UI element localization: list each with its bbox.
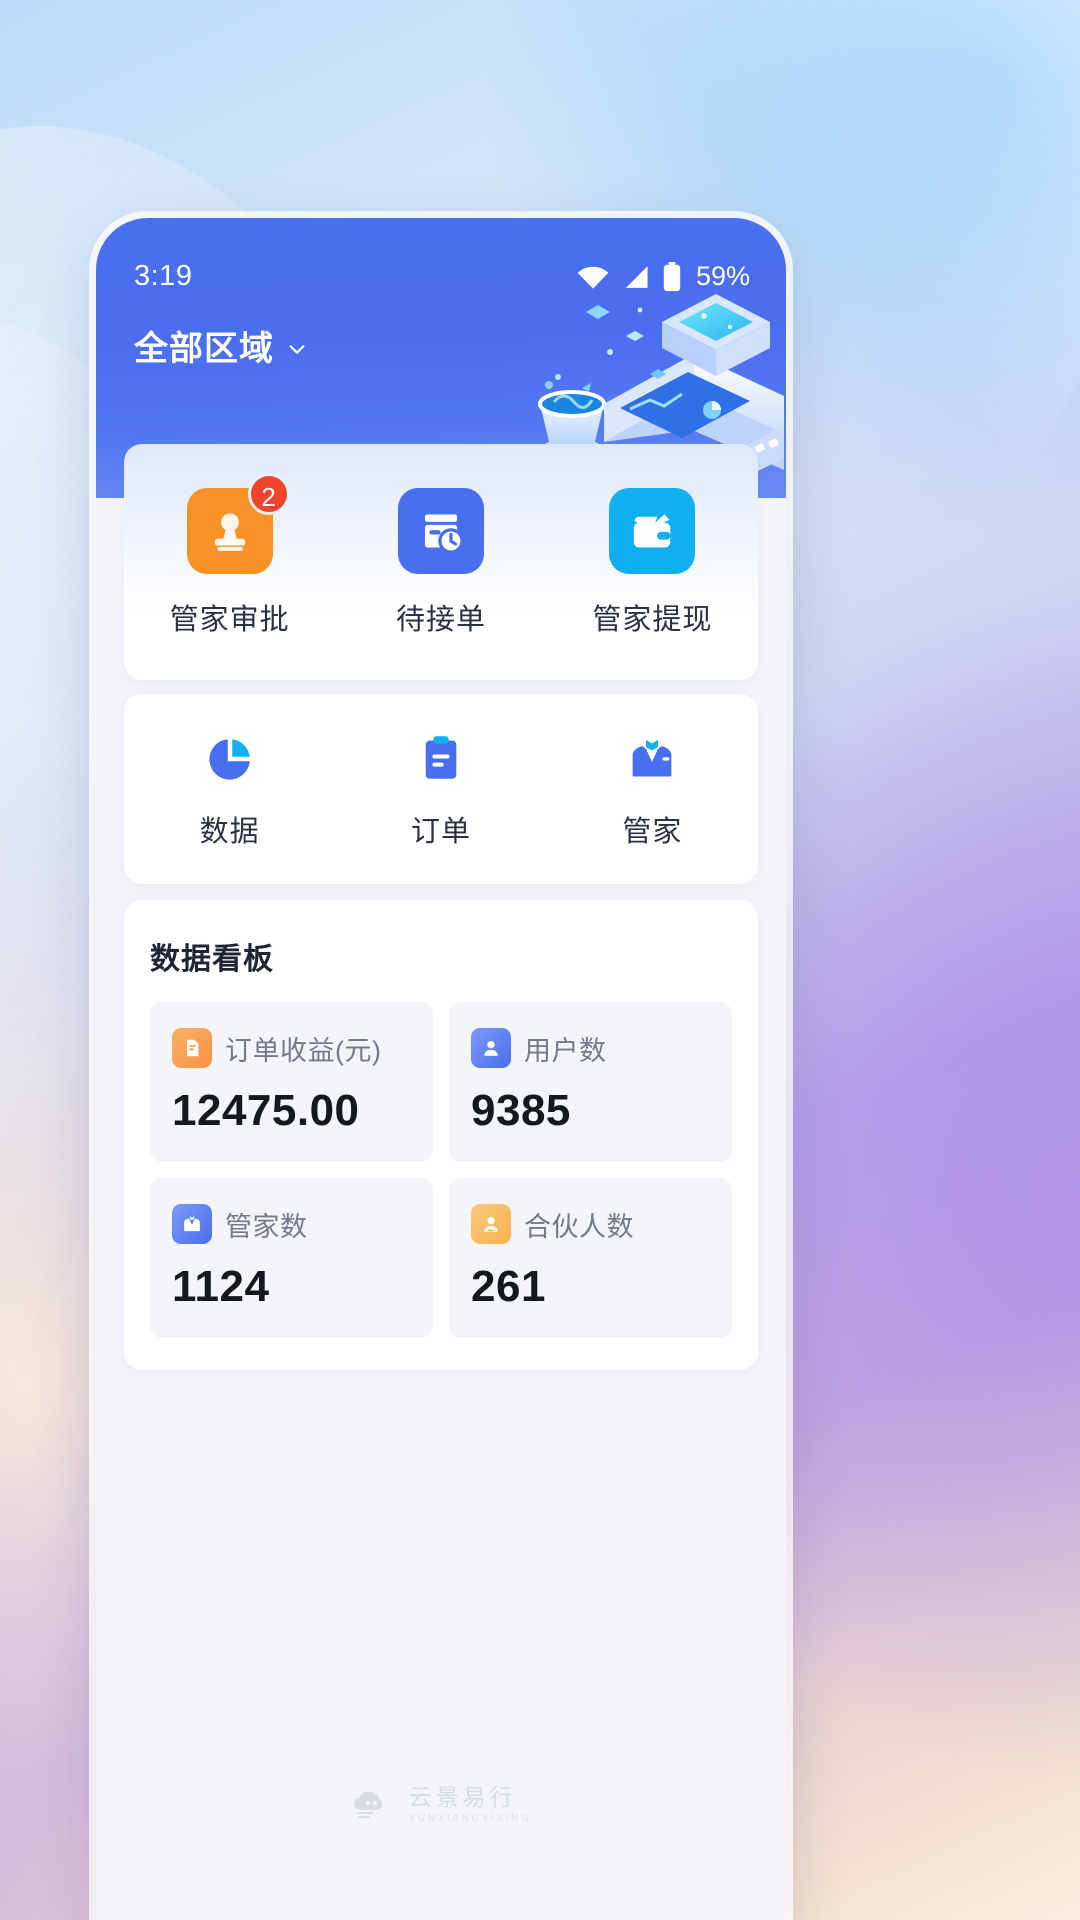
stat-value: 12475.00 (172, 1086, 360, 1135)
quick-action-approval[interactable]: 2 管家审批 (124, 473, 335, 638)
user-icon (471, 1028, 511, 1068)
stat-label: 合伙人数 (524, 1211, 634, 1242)
approval-badge-count: 2 (247, 473, 290, 515)
quick-action-pending-order[interactable]: 待接单 (335, 488, 546, 638)
mini-action-order[interactable]: 订单 (335, 730, 546, 850)
dashboard-card: 数据看板 订单收益(元) 12475.00 用户数 9385 管家数 1124 … (124, 900, 758, 1370)
wallet-withdraw-icon[interactable] (609, 488, 696, 574)
stat-header: 管家数 (172, 1204, 411, 1244)
receipt-icon (172, 1028, 212, 1068)
main-content: 2 管家审批 待接单 管家提现 数据 订单 管家 数据看板 订单收益(元) 12… (96, 444, 786, 1370)
stat-card-partner-count[interactable]: 合伙人数 261 (449, 1178, 732, 1338)
stat-value: 261 (471, 1262, 546, 1311)
stat-card-order-income[interactable]: 订单收益(元) 12475.00 (150, 1002, 433, 1162)
stat-header: 合伙人数 (471, 1204, 710, 1244)
dashboard-stat-grid: 订单收益(元) 12475.00 用户数 9385 管家数 1124 合伙人数 … (150, 1002, 732, 1338)
partner-user-icon (471, 1204, 511, 1244)
watermark-text: 云景易行 YUNXIANGYIXING (409, 1786, 532, 1824)
mini-action-label: 订单 (410, 816, 471, 848)
butler-suit-icon[interactable] (623, 730, 681, 788)
watermark-name-en: YUNXIANGYIXING (408, 1813, 532, 1824)
dashboard-title: 数据看板 (150, 943, 274, 976)
quick-action-label: 管家审批 (169, 604, 290, 636)
stat-header: 订单收益(元) (172, 1028, 411, 1068)
region-label: 全部区域 (134, 330, 274, 368)
status-bar: 3:19 59% (96, 218, 786, 293)
chevron-down-icon[interactable] (286, 338, 308, 360)
watermark-name-cn: 云景易行 (408, 1784, 517, 1810)
stat-label: 订单收益(元) (225, 1035, 382, 1066)
pie-chart-icon[interactable] (201, 730, 259, 788)
stat-label: 用户数 (524, 1035, 607, 1066)
stat-card-butler-count[interactable]: 管家数 1124 (150, 1178, 433, 1338)
stat-value: 9385 (471, 1086, 571, 1135)
quick-actions-card: 2 管家审批 待接单 管家提现 (124, 444, 758, 680)
quick-actions-grid: 2 管家审批 待接单 管家提现 (124, 473, 758, 638)
quick-action-withdraw[interactable]: 管家提现 (547, 488, 758, 638)
mini-action-label: 数据 (199, 816, 260, 848)
stat-header: 用户数 (471, 1028, 710, 1068)
status-bar-time: 3:19 (134, 260, 193, 292)
mini-actions-card: 数据 订单 管家 (124, 694, 758, 884)
quick-action-label: 管家提现 (592, 604, 713, 636)
pending-order-icon[interactable] (397, 488, 484, 574)
mini-actions-grid: 数据 订单 管家 (124, 730, 758, 850)
app-watermark: 云景易行 YUNXIANGYIXING (96, 1786, 786, 1824)
mini-action-data[interactable]: 数据 (124, 730, 335, 850)
mini-action-butler[interactable]: 管家 (547, 730, 758, 850)
stamp-approval-icon[interactable]: 2 (186, 473, 290, 574)
butler-suit-icon (172, 1204, 212, 1244)
stat-card-user-count[interactable]: 用户数 9385 (449, 1002, 732, 1162)
clipboard-icon[interactable] (412, 730, 470, 788)
stat-value: 1124 (172, 1262, 270, 1311)
cloud-cat-logo-icon (353, 1791, 383, 1818)
quick-action-label: 待接单 (395, 604, 486, 636)
stat-label: 管家数 (225, 1211, 308, 1242)
phone-screen: 3:19 59% 全部区域 2 管家审批 待接单 管家提现 数据 订单 管家 数… (96, 218, 786, 1920)
mini-action-label: 管家 (622, 816, 683, 848)
